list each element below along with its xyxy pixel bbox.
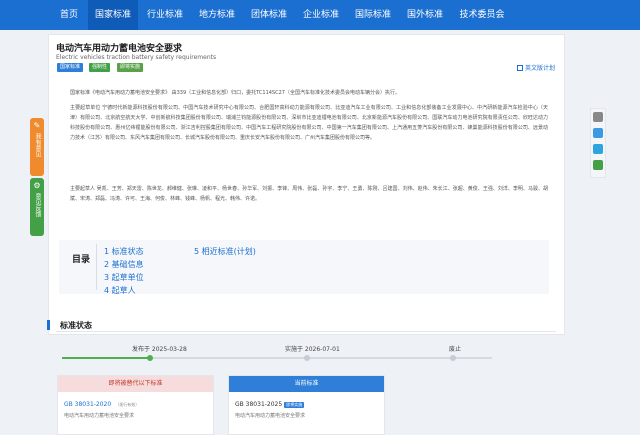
intro-paragraph: 国家标准《电动汽车用动力蓄电池安全要求》 由339（工业和信息化部）归口，委托T… xyxy=(70,90,400,96)
replaced-standard-header: 即将被替代以下标准 xyxy=(58,376,213,392)
section-divider xyxy=(56,331,556,332)
nav-item-local-standard[interactable]: 地方标准 xyxy=(192,0,242,30)
nav-item-enterprise-standard[interactable]: 企业标准 xyxy=(296,0,346,30)
top-navigation: 首页 国家标准 行业标准 地方标准 团体标准 企业标准 国际标准 国外标准 技术… xyxy=(0,0,640,30)
feedback-icon: ✎ xyxy=(33,121,41,130)
current-standard-header: 当前标准 xyxy=(229,376,384,392)
wechat-icon[interactable] xyxy=(593,160,603,170)
current-standard-name: 电动汽车用动力蓄电池安全要求 xyxy=(235,413,306,419)
timeline-dot-published xyxy=(147,355,153,361)
replaced-standard-code[interactable]: GB 38031-2020 （现行有效） xyxy=(64,401,141,408)
abolished-label: 废止 xyxy=(449,346,462,353)
toc-item-drafters[interactable]: 4 起草人 xyxy=(104,285,136,296)
toc-divider xyxy=(96,244,97,290)
report-button[interactable]: ⚙ 意见反馈 xyxy=(30,178,44,236)
toc-title: 目录 xyxy=(72,255,91,265)
feedback-button[interactable]: ✎ 我有意见 xyxy=(30,118,44,176)
replaced-status-badge: （现行有效） xyxy=(115,402,140,407)
section-accent-bar xyxy=(47,320,50,330)
timeline-dot-implemented xyxy=(304,355,310,361)
timeline-dot-abolished xyxy=(450,355,456,361)
tag-upcoming: 即将实施 xyxy=(117,63,144,72)
replaced-code-text: GB 38031-2020 xyxy=(64,401,112,408)
nav-item-industry-standard[interactable]: 行业标准 xyxy=(140,0,190,30)
status-section-title: 标准状态 xyxy=(60,321,92,330)
current-code-text: GB 38031-2025 xyxy=(235,401,283,408)
weibo-icon[interactable] xyxy=(593,128,603,138)
implemented-date: 实施于 2026-07-01 xyxy=(285,346,340,353)
standard-subtitle: Electric vehicles traction battery safet… xyxy=(56,54,217,61)
drafters-paragraph: 主要起草人 吴凯、王芳、郑天雷、陈世龙、郝维健、张琳、凌和平、杨世春、孙华军、刘… xyxy=(70,186,548,202)
report-icon: ⚙ xyxy=(33,181,41,190)
tag-national-standard: 国家标准 xyxy=(57,63,84,72)
book-icon xyxy=(516,65,523,71)
current-status-badge: 即将实施 xyxy=(284,402,305,408)
drafting-units-paragraph: 主要起草单位 宁德时代新能源科技股份有限公司、中国汽车技术研究中心有限公司、合肥… xyxy=(70,105,548,141)
standard-title: 电动汽车用动力蓄电池安全要求 xyxy=(56,44,183,54)
nav-item-foreign-standard[interactable]: 国外标准 xyxy=(400,0,450,30)
current-standard-card[interactable]: 当前标准 GB 38031-2025 即将实施 电动汽车用动力蓄电池安全要求 xyxy=(228,375,385,435)
english-version-link[interactable]: 英文版计划 xyxy=(516,63,555,72)
report-label: 意见反馈 xyxy=(34,193,41,217)
qq-icon[interactable] xyxy=(593,144,603,154)
nav-item-home[interactable]: 首页 xyxy=(52,0,86,30)
toc-item-status[interactable]: 1 标准状态 xyxy=(104,246,144,257)
timeline-progress xyxy=(62,357,148,359)
nav-item-international-standard[interactable]: 国际标准 xyxy=(348,0,398,30)
current-standard-code[interactable]: GB 38031-2025 即将实施 xyxy=(235,401,305,408)
replaced-standard-card[interactable]: 即将被替代以下标准 GB 38031-2020 （现行有效） 电动汽车用动力蓄电池… xyxy=(57,375,214,435)
refresh-icon[interactable] xyxy=(593,112,603,122)
english-version-label: 英文版计划 xyxy=(524,65,555,72)
toc-item-similar-standards[interactable]: 5 相近标准(计划) xyxy=(194,246,256,257)
replaced-standard-name: 电动汽车用动力蓄电池安全要求 xyxy=(64,413,135,419)
toc-item-drafting-units[interactable]: 3 起草单位 xyxy=(104,272,144,283)
published-date: 发布于 2025-03-28 xyxy=(132,346,187,353)
feedback-label: 我有意见 xyxy=(34,133,41,157)
tag-mandatory: 强制性 xyxy=(89,63,111,72)
toc-item-basic-info[interactable]: 2 基础信息 xyxy=(104,259,144,270)
nav-item-group-standard[interactable]: 团体标准 xyxy=(244,0,294,30)
nav-item-technical-committee[interactable]: 技术委员会 xyxy=(452,0,512,30)
nav-item-national-standard[interactable]: 国家标准 xyxy=(88,0,138,30)
